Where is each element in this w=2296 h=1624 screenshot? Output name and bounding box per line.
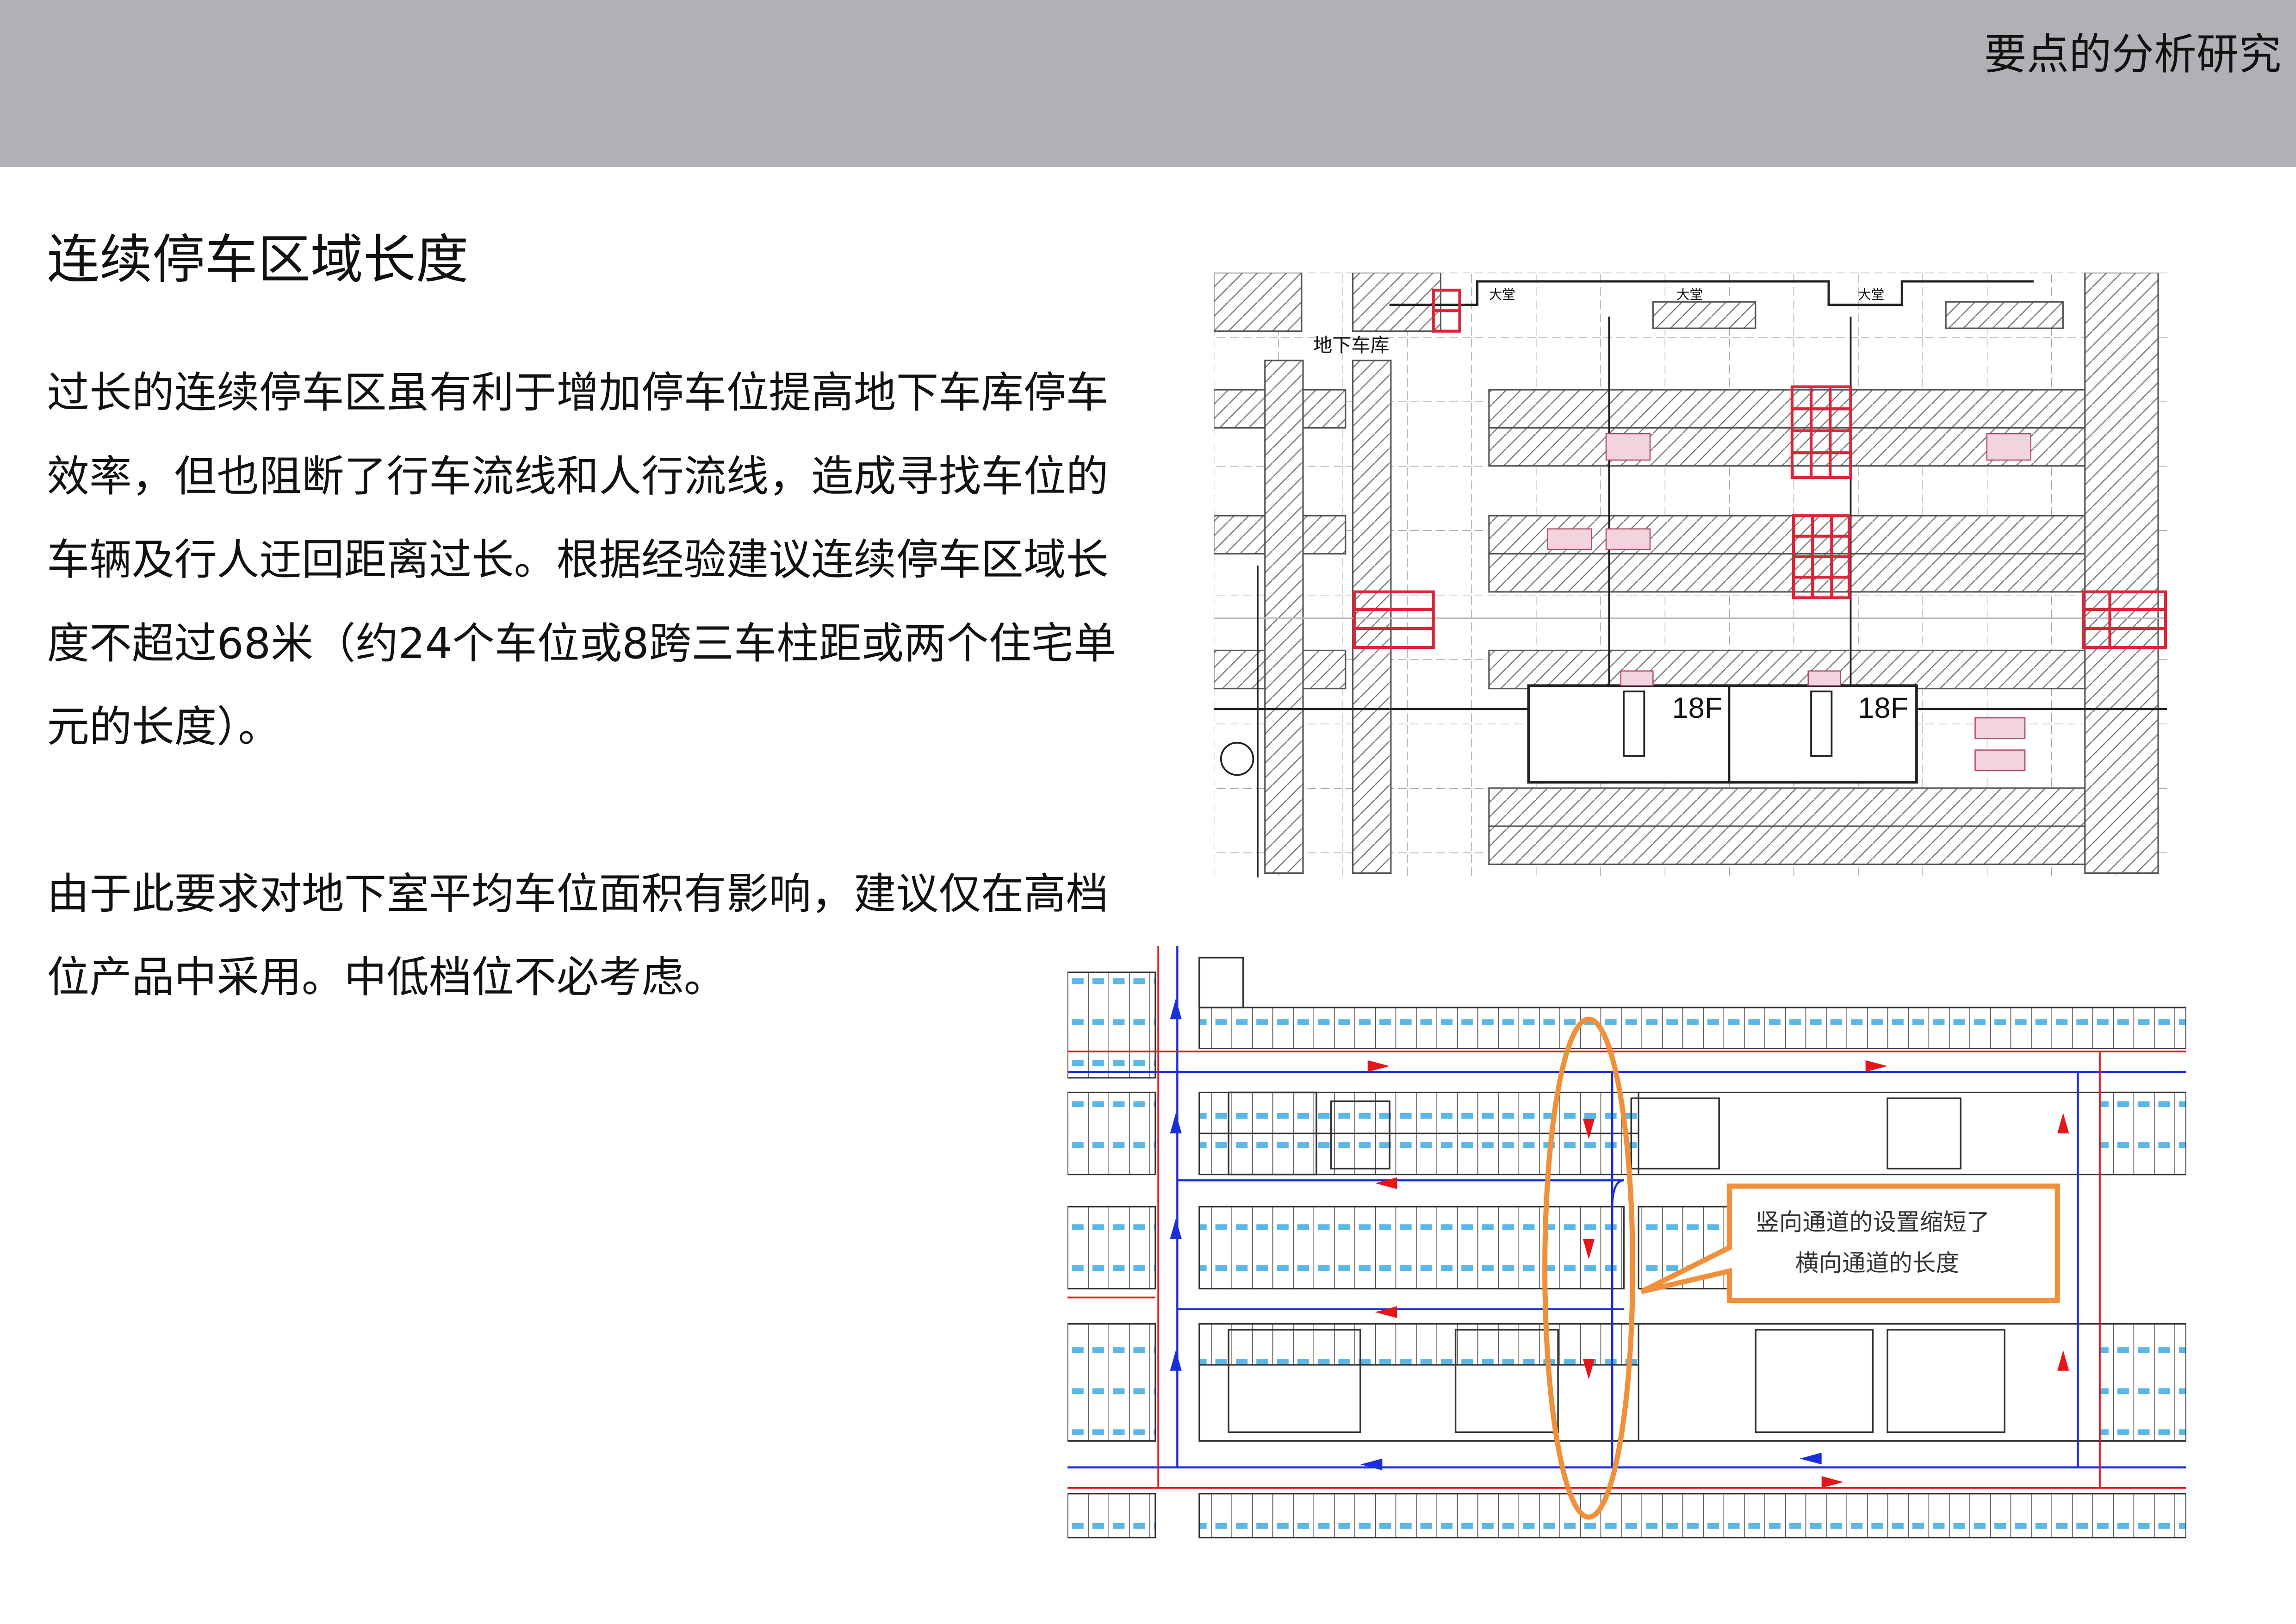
parking-plan-top-drawing: 18F 18F 地下车库 大堂 大堂 大堂 bbox=[1214, 272, 2167, 877]
section-title: 连续停车区域长度 bbox=[47, 229, 469, 291]
paragraph-2: 由于此要求对地下室平均车位面积有影响，建议仅在高档位产品中采用。中低档位不必考虑… bbox=[47, 869, 1109, 1002]
parking-plan-bottom-drawing: 竖向通道的设置缩短了 横向通道的长度 bbox=[1067, 946, 2186, 1539]
paragraph-1: 过长的连续停车区虽有利于增加停车位提高地下车库停车效率，但也阻断了行车流线和人行… bbox=[47, 368, 1117, 752]
header-bar: 要点的分析研究 bbox=[0, 0, 2296, 167]
building-label-2: 18F bbox=[1858, 692, 1909, 724]
header-title: 要点的分析研究 bbox=[1984, 30, 2282, 80]
area-label: 地下车库 bbox=[1314, 334, 1390, 356]
parking-plan-top: 18F 18F 地下车库 大堂 大堂 大堂 bbox=[1214, 272, 2167, 877]
lobby-label-1: 大堂 bbox=[1489, 287, 1515, 302]
parking-plan-bottom: 竖向通道的设置缩短了 横向通道的长度 bbox=[1067, 946, 2186, 1567]
lobby-label-2: 大堂 bbox=[1676, 287, 1703, 302]
callout-line-1: 竖向通道的设置缩短了 bbox=[1756, 1208, 1990, 1236]
building-label-1: 18F bbox=[1672, 692, 1723, 724]
residential-buildings: 18F 18F bbox=[1527, 684, 1918, 784]
page: { "header": {"title": "要点的分析研究"}, "secti… bbox=[0, 0, 2296, 1624]
callout-line-2: 横向通道的长度 bbox=[1795, 1250, 1959, 1277]
lobby-label-3: 大堂 bbox=[1858, 287, 1885, 302]
